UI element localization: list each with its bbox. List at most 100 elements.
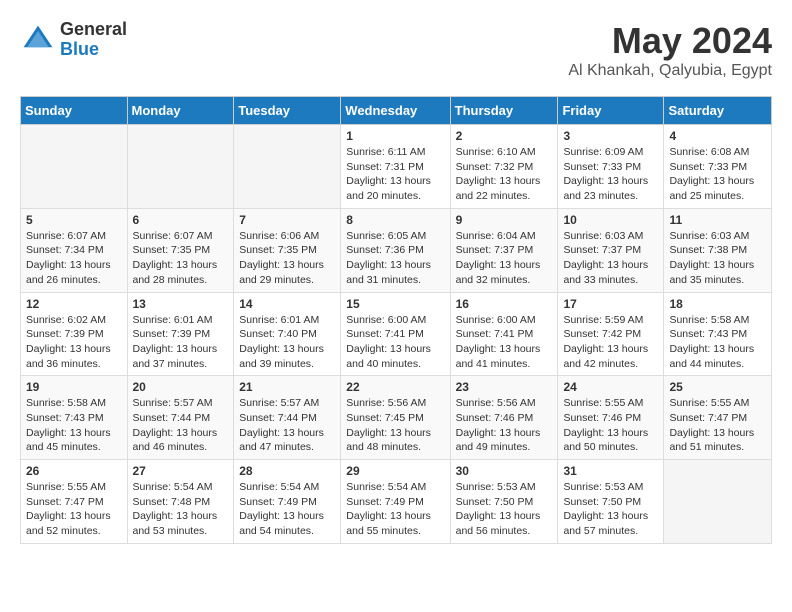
sunrise-text: Sunrise: 5:54 AM [346,481,426,493]
day-number: 15 [346,297,444,311]
day-number: 14 [239,297,335,311]
day-info: Sunrise: 6:00 AMSunset: 7:41 PMDaylight:… [346,313,444,372]
sunrise-text: Sunrise: 6:07 AM [26,230,106,242]
day-number: 29 [346,464,444,478]
sunset-text: Sunset: 7:49 PM [346,496,424,508]
sunrise-text: Sunrise: 6:00 AM [346,314,426,326]
weekday-header-row: SundayMondayTuesdayWednesdayThursdayFrid… [21,97,772,125]
daylight-text: Daylight: 13 hours and 37 minutes. [133,343,218,370]
location: Al Khankah, Qalyubia, Egypt [568,62,772,80]
sunset-text: Sunset: 7:47 PM [669,412,747,424]
month-year: May 2024 [568,20,772,62]
calendar-day-cell: 26 Sunrise: 5:55 AMSunset: 7:47 PMDayligh… [21,460,128,544]
logo-blue: Blue [60,40,127,60]
sunset-text: Sunset: 7:43 PM [669,328,747,340]
daylight-text: Daylight: 13 hours and 23 minutes. [563,175,648,202]
day-info: Sunrise: 6:04 AMSunset: 7:37 PMDaylight:… [456,229,553,288]
sunrise-text: Sunrise: 6:03 AM [669,230,749,242]
day-number: 20 [133,380,229,394]
daylight-text: Daylight: 13 hours and 44 minutes. [669,343,754,370]
sunrise-text: Sunrise: 5:55 AM [563,397,643,409]
day-info: Sunrise: 6:01 AMSunset: 7:40 PMDaylight:… [239,313,335,372]
calendar-day-cell: 12Sunrise: 6:02 AMSunset: 7:39 PMDayligh… [21,292,128,376]
calendar-day-cell: 9Sunrise: 6:04 AMSunset: 7:37 PMDaylight… [450,208,558,292]
daylight-text: Daylight: 13 hours and 26 minutes. [26,259,111,286]
day-info: Sunrise: 6:07 AM Sunset: 7:34 PM Daylight:… [26,229,122,288]
daylight-text: Daylight: 13 hours and 29 minutes. [239,259,324,286]
weekday-header: Tuesday [234,97,341,125]
calendar-week-row: 19Sunrise: 5:58 AMSunset: 7:43 PMDayligh… [21,376,772,460]
calendar-day-cell: 23Sunrise: 5:56 AMSunset: 7:46 PMDayligh… [450,376,558,460]
sunset-text: Sunset: 7:46 PM [563,412,641,424]
calendar-day-cell: 10Sunrise: 6:03 AMSunset: 7:37 PMDayligh… [558,208,664,292]
calendar-day-cell: 6 Sunrise: 6:07 AMSunset: 7:35 PMDaylight… [127,208,234,292]
sunset-text: Sunset: 7:36 PM [346,244,424,256]
day-number: 16 [456,297,553,311]
sunrise-text: Sunrise: 5:55 AM [669,397,749,409]
weekday-header: Wednesday [341,97,450,125]
sunrise-text: Sunrise: 5:56 AM [346,397,426,409]
title-block: May 2024 Al Khankah, Qalyubia, Egypt [568,20,772,80]
day-number: 6 [133,213,229,227]
daylight-text: Daylight: 13 hours and 39 minutes. [239,343,324,370]
calendar-day-cell: 19Sunrise: 5:58 AMSunset: 7:43 PMDayligh… [21,376,128,460]
day-info: Sunrise: 6:00 AMSunset: 7:41 PMDaylight:… [456,313,553,372]
day-info: Sunrise: 5:58 AM Sunset: 7:43 PM Daylight:… [669,313,766,372]
sunrise-text: Sunrise: 6:00 AM [456,314,536,326]
day-info: Sunrise: 6:07 AMSunset: 7:35 PMDaylight:… [133,229,229,288]
sunrise-text: Sunrise: 5:57 AM [239,397,319,409]
sunset-text: Sunset: 7:33 PM [669,161,747,173]
day-number: 12 [26,297,122,311]
calendar-day-cell: 13Sunrise: 6:01 AMSunset: 7:39 PMDayligh… [127,292,234,376]
sunset-text: Sunset: 7:50 PM [456,496,534,508]
day-info: Sunrise: 5:55 AMSunset: 7:47 PMDaylight:… [26,480,122,539]
day-info: Sunrise: 6:10 AMSunset: 7:32 PMDaylight:… [456,145,553,204]
day-info: Sunrise: 6:01 AMSunset: 7:39 PMDaylight:… [133,313,229,372]
day-info: Sunrise: 5:53 AMSunset: 7:50 PMDaylight:… [563,480,658,539]
day-number: 24 [563,380,658,394]
calendar-day-cell: 2Sunrise: 6:10 AMSunset: 7:32 PMDaylight… [450,125,558,209]
day-info: Sunrise: 6:11 AMSunset: 7:31 PMDaylight:… [346,145,444,204]
sunrise-text: Sunrise: 5:58 AM [26,397,106,409]
calendar-day-cell: 30Sunrise: 5:53 AMSunset: 7:50 PMDayligh… [450,460,558,544]
day-number: 26 [26,464,122,478]
sunset-text: Sunset: 7:42 PM [563,328,641,340]
sunset-text: Sunset: 7:39 PM [26,328,104,340]
day-info: Sunrise: 5:54 AMSunset: 7:49 PMDaylight:… [239,480,335,539]
calendar-day-cell: 15 Sunrise: 6:00 AMSunset: 7:41 PMDayligh… [341,292,450,376]
calendar-table: SundayMondayTuesdayWednesdayThursdayFrid… [20,96,772,544]
day-info: Sunrise: 6:08 AMSunset: 7:33 PMDaylight:… [669,145,766,204]
calendar-day-cell: 16Sunrise: 6:00 AMSunset: 7:41 PMDayligh… [450,292,558,376]
logo: General Blue [20,20,127,60]
daylight-text: Daylight: 13 hours and 20 minutes. [346,175,431,202]
sunrise-text: Sunrise: 6:03 AM [563,230,643,242]
calendar-day-cell: 8Sunrise: 6:05 AMSunset: 7:36 PMDaylight… [341,208,450,292]
calendar-day-cell: 7Sunrise: 6:06 AMSunset: 7:35 PMDaylight… [234,208,341,292]
sunset-text: Sunset: 7:41 PM [456,328,534,340]
daylight-text: Daylight: 13 hours and 46 minutes. [133,427,218,454]
day-info: Sunrise: 5:56 AMSunset: 7:45 PMDaylight:… [346,396,444,455]
sunset-text: Sunset: 7:47 PM [26,496,104,508]
sunrise-text: Sunrise: 6:02 AM [26,314,106,326]
sunset-text: Sunset: 7:48 PM [133,496,211,508]
sunset-text: Sunset: 7:34 PM [26,244,104,256]
day-number: 21 [239,380,335,394]
daylight-text: Daylight: 13 hours and 47 minutes. [239,427,324,454]
daylight-text: Daylight: 13 hours and 31 minutes. [346,259,431,286]
sunset-text: Sunset: 7:44 PM [239,412,317,424]
calendar-day-cell: 1Sunrise: 6:11 AMSunset: 7:31 PMDaylight… [341,125,450,209]
daylight-text: Daylight: 13 hours and 56 minutes. [456,510,541,537]
day-number: 27 [133,464,229,478]
calendar-day-cell: 5Sunrise: 6:07 AMSunset: 7:34 PMDaylight… [21,208,128,292]
day-number: 19 [26,380,122,394]
day-number: 10 [563,213,658,227]
calendar-week-row: 1Sunrise: 6:11 AMSunset: 7:31 PMDaylight… [21,125,772,209]
calendar-day-cell: 21 Sunrise: 5:57 AM Sunset: 7:44 PM Dayligh… [234,376,341,460]
daylight-text: Daylight: 13 hours and 51 minutes. [669,427,754,454]
sunrise-text: Sunrise: 5:58 AM [669,314,749,326]
day-number: 31 [563,464,658,478]
day-number: 3 [563,129,658,143]
calendar-day-cell: 11Sunrise: 6:03 AMSunset: 7:38 PMDayligh… [664,208,772,292]
sunset-text: Sunset: 7:40 PM [239,328,317,340]
sunrise-text: Sunrise: 5:54 AM [133,481,213,493]
